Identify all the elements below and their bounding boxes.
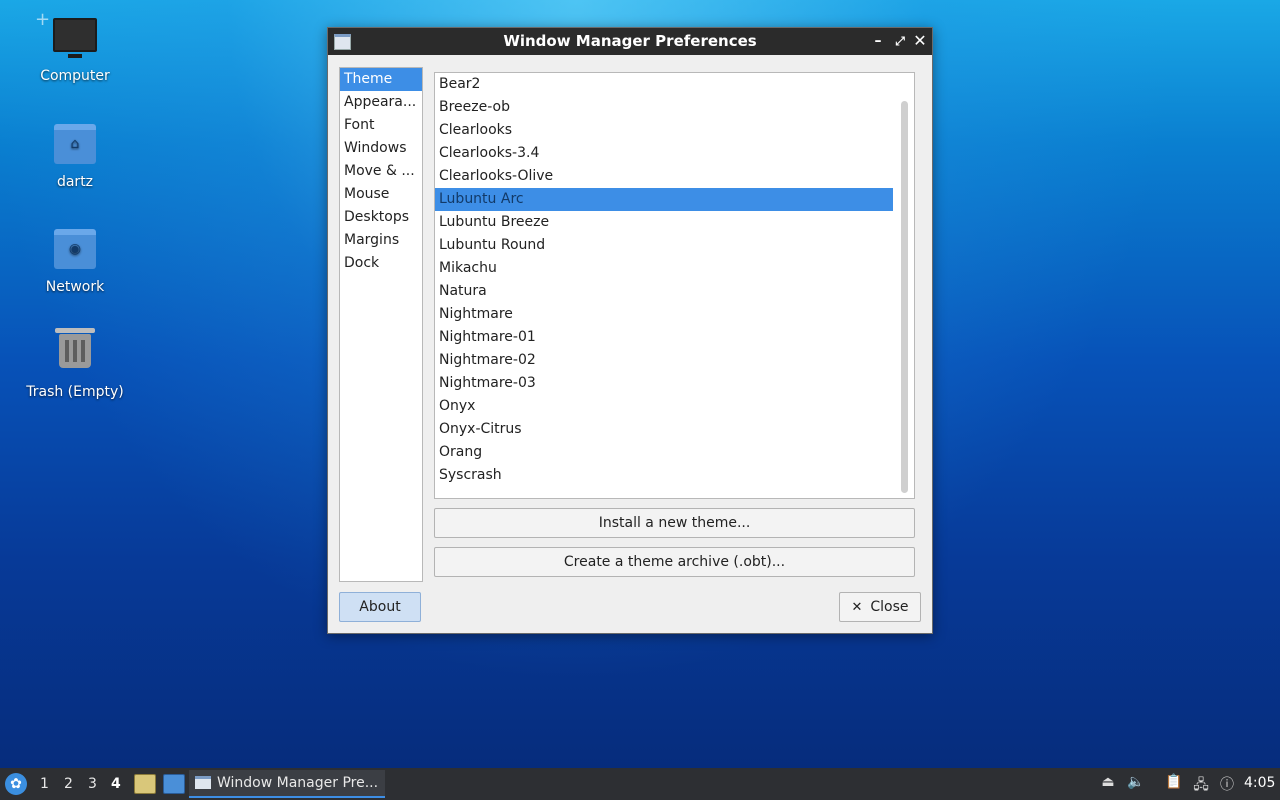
desktop-icon-network[interactable]: ◉ Network <box>15 223 135 295</box>
theme-list-item[interactable]: Clearlooks <box>435 119 893 142</box>
theme-list-item[interactable]: Clearlooks-Olive <box>435 165 893 188</box>
network-icon[interactable]: 🖧 <box>1192 774 1210 794</box>
theme-list-item-selected[interactable]: Lubuntu Arc <box>435 188 893 211</box>
update-notifier-icon[interactable]: ⓘ <box>1218 774 1236 794</box>
theme-list-item[interactable]: Natura <box>435 280 893 303</box>
theme-list-item[interactable]: Orang <box>435 441 893 464</box>
taskbar: ✿ 1 2 3 4 Window Manager Pre... ⏏ 🔈 📋 🖧 … <box>0 768 1280 800</box>
sidebar-item-theme[interactable]: Theme <box>340 68 422 91</box>
theme-list-scrollbar[interactable] <box>901 101 908 493</box>
sidebar-item-margins[interactable]: Margins <box>340 229 422 252</box>
computer-icon <box>53 18 97 62</box>
theme-list-item[interactable]: Lubuntu Round <box>435 234 893 257</box>
desktop-icon-home[interactable]: ⌂ dartz <box>15 118 135 190</box>
theme-list-item[interactable]: Breeze-ob <box>435 96 893 119</box>
theme-list-item[interactable]: Nightmare <box>435 303 893 326</box>
taskbar-task-window-manager[interactable]: Window Manager Pre... <box>189 770 385 798</box>
create-theme-archive-button[interactable]: Create a theme archive (.obt)... <box>434 547 915 577</box>
theme-list-item[interactable]: Bear2 <box>435 73 893 96</box>
window-title: Window Manager Preferences <box>503 32 757 50</box>
volume-icon[interactable]: 🔈 <box>1127 774 1145 794</box>
home-folder-icon: ⌂ <box>53 124 97 168</box>
desktop-icon-trash[interactable]: Trash (Empty) <box>15 328 135 400</box>
start-menu-icon[interactable]: ✿ <box>5 773 27 795</box>
theme-list-item[interactable]: Onyx-Citrus <box>435 418 893 441</box>
install-theme-button[interactable]: Install a new theme... <box>434 508 915 538</box>
sidebar-item-move-resize[interactable]: Move & ... <box>340 160 422 183</box>
theme-list-item[interactable]: Nightmare-01 <box>435 326 893 349</box>
workspace-4[interactable]: 4 <box>111 776 121 792</box>
clipboard-icon[interactable]: 📋 <box>1165 774 1183 794</box>
desktop-icon-label: dartz <box>56 174 94 190</box>
sidebar-item-font[interactable]: Font <box>340 114 422 137</box>
desktop-icon-label: Trash (Empty) <box>26 384 124 400</box>
theme-list-item[interactable]: Nightmare-02 <box>435 349 893 372</box>
theme-list-item[interactable]: Nightmare-03 <box>435 372 893 395</box>
trash-icon <box>53 328 97 378</box>
network-folder-icon: ◉ <box>53 229 97 273</box>
desktop-icon-label: Network <box>45 279 105 295</box>
workspace-3[interactable]: 3 <box>88 776 97 792</box>
show-desktop-icon[interactable] <box>163 774 185 794</box>
theme-list-item[interactable]: Mikachu <box>435 257 893 280</box>
theme-list-item[interactable]: Lubuntu Breeze <box>435 211 893 234</box>
desktop-icon-label: Computer <box>40 68 110 84</box>
sidebar-item-desktops[interactable]: Desktops <box>340 206 422 229</box>
minimize-button[interactable]: – <box>868 31 888 51</box>
file-manager-icon[interactable] <box>134 774 156 794</box>
task-label: Window Manager Pre... <box>217 775 379 791</box>
sidebar-item-windows[interactable]: Windows <box>340 137 422 160</box>
sidebar-item-dock[interactable]: Dock <box>340 252 422 275</box>
window-manager-preferences-window: Window Manager Preferences – ⤢ ✕ Theme A… <box>327 27 933 634</box>
theme-list-item[interactable]: Clearlooks-3.4 <box>435 142 893 165</box>
close-button[interactable]: ✕ Close <box>839 592 921 622</box>
about-button[interactable]: About <box>339 592 421 622</box>
theme-list-item[interactable]: Onyx <box>435 395 893 418</box>
clock[interactable]: 4:05 <box>1244 775 1275 791</box>
window-titlebar[interactable]: Window Manager Preferences – ⤢ ✕ <box>328 28 932 55</box>
preferences-sidebar: Theme Appeara... Font Windows Move & ...… <box>339 67 423 582</box>
workspace-1[interactable]: 1 <box>40 776 49 792</box>
theme-list: Bear2 Breeze-ob Clearlooks Clearlooks-3.… <box>434 72 915 499</box>
theme-list-item[interactable]: Syscrash <box>435 464 893 487</box>
close-button-label: Close <box>870 599 909 615</box>
tray-upload-icon[interactable]: ⏏ <box>1099 774 1117 794</box>
window-close-button[interactable]: ✕ <box>910 31 930 51</box>
maximize-button[interactable]: ⤢ <box>890 31 910 51</box>
task-app-icon <box>195 776 211 789</box>
workspace-2[interactable]: 2 <box>64 776 73 792</box>
sidebar-item-appearance[interactable]: Appeara... <box>340 91 422 114</box>
sidebar-item-mouse[interactable]: Mouse <box>340 183 422 206</box>
close-icon: ✕ <box>851 600 863 615</box>
desktop-icon-computer[interactable]: Computer <box>15 14 135 84</box>
